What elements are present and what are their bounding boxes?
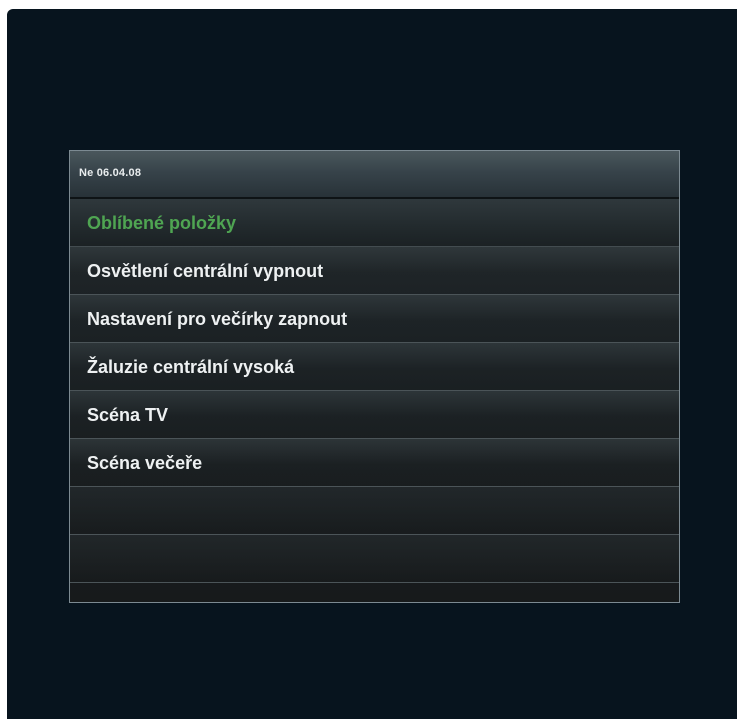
list-item-label: Nastavení pro večírky zapnout [87, 309, 348, 329]
list-item-label: Scéna večeře [87, 453, 203, 473]
list-item-label: Scéna TV [87, 405, 169, 425]
list-item[interactable]: Nastavení pro večírky zapnout [70, 295, 679, 343]
status-bar: Ne 06.04.08 [70, 151, 679, 199]
favorites-list: Oblíbené položky Osvětlení centrální vyp… [70, 199, 679, 583]
touch-screen: Ne 06.04.08 Oblíbené položky Osvětlení c… [69, 150, 680, 603]
list-item[interactable]: Osvětlení centrální vypnout [70, 247, 679, 295]
list-item[interactable]: Scéna večeře [70, 439, 679, 487]
empty-list-item[interactable] [70, 487, 679, 535]
favorites-header-label: Oblíbené položky [87, 213, 237, 233]
favorites-header: Oblíbené položky [70, 199, 679, 247]
list-item[interactable]: Žaluzie centrální vysoká [70, 343, 679, 391]
list-item-label: Žaluzie centrální vysoká [87, 357, 295, 377]
list-item[interactable]: Scéna TV [70, 391, 679, 439]
empty-list-item[interactable] [70, 535, 679, 583]
list-item-label: Osvětlení centrální vypnout [87, 261, 324, 281]
date-display: Ne 06.04.08 [79, 167, 142, 179]
